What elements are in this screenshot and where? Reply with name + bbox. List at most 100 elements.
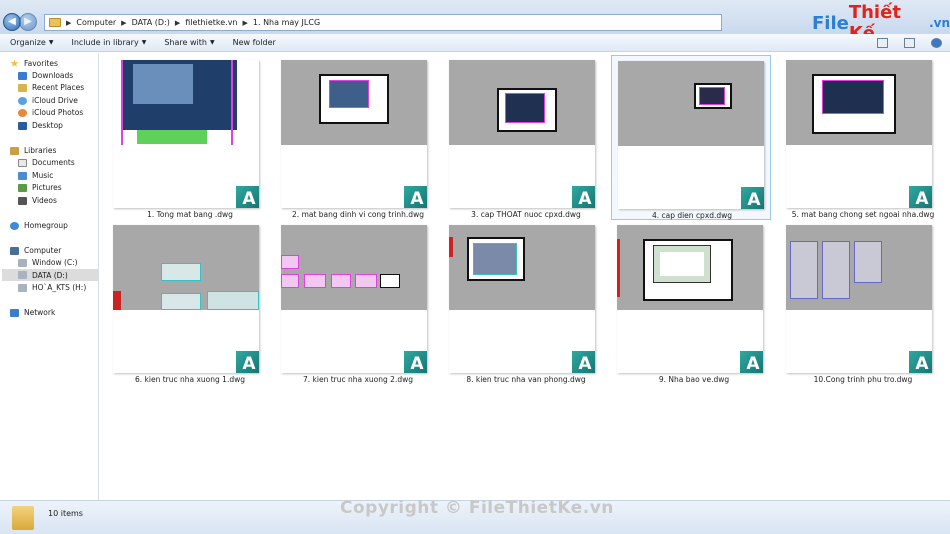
nav-recent-places[interactable]: Recent Places (18, 83, 84, 92)
breadcrumb-current[interactable]: 1. Nha may JLCG (253, 18, 320, 27)
nav-label: DATA (D:) (32, 270, 68, 280)
nav-desktop[interactable]: Desktop (18, 121, 63, 130)
drawing-preview (331, 274, 351, 288)
nav-homegroup[interactable]: Homegroup (10, 221, 68, 230)
file-name: 4. cap dien cpxd.dwg (651, 211, 733, 220)
file-thumbnail: A (113, 60, 259, 208)
preview-pane-icon[interactable] (904, 38, 915, 48)
nav-pictures[interactable]: Pictures (18, 183, 62, 192)
nav-label: Downloads (32, 71, 74, 80)
share-with-button[interactable]: Share with ▼ (164, 38, 214, 47)
nav-label: Libraries (24, 146, 57, 155)
file-name: 10.Cong trinh phu tro.dwg (813, 375, 913, 384)
nav-label: Videos (32, 196, 57, 205)
file-tile[interactable]: A 10.Cong trinh phu tro.dwg (783, 220, 943, 385)
drawing-preview (505, 93, 545, 123)
command-bar: Organize ▼ Include in library ▼ Share with… (0, 34, 950, 52)
organize-label: Organize (10, 38, 46, 47)
nav-icloud-photos[interactable]: iCloud Photos (18, 108, 83, 117)
folder-icon (49, 18, 61, 27)
chevron-right-icon: ▶ (121, 18, 127, 27)
file-tile[interactable]: A 1. Tong mat bang .dwg (110, 55, 270, 220)
file-thumbnail: A (281, 225, 427, 373)
nav-network[interactable]: Network (10, 308, 55, 317)
pictures-icon (18, 183, 27, 192)
drawing-background (281, 225, 427, 310)
file-thumbnail: A (618, 61, 764, 209)
recent-places-icon (18, 83, 27, 92)
nav-favorites[interactable]: Favorites (10, 59, 58, 68)
chevron-down-icon: ▼ (209, 39, 215, 46)
logo-text-1: File (812, 12, 849, 34)
breadcrumb-computer[interactable]: Computer (76, 18, 116, 27)
nav-libraries[interactable]: Libraries (10, 146, 56, 155)
help-icon[interactable] (931, 38, 942, 48)
file-name: 6. kien truc nha xuong 1.dwg (135, 375, 245, 384)
file-name: 8. kien truc nha van phong.dwg (466, 375, 586, 384)
change-view-icon[interactable] (877, 38, 888, 48)
drawing-preview (617, 239, 620, 297)
autocad-file-icon: A (236, 351, 259, 373)
file-thumbnail: A (449, 225, 595, 373)
breadcrumb-folder[interactable]: filethietke.vn (185, 18, 237, 27)
file-tile-selected[interactable]: A 4. cap dien cpxd.dwg (611, 55, 771, 220)
nav-drive-h[interactable]: HO`A_KTS (H:) (18, 283, 86, 292)
nav-documents[interactable]: Documents (18, 158, 75, 167)
file-tile[interactable]: A 9. Nha bao ve.dwg (614, 220, 774, 385)
autocad-file-icon: A (572, 351, 595, 373)
drawing-preview (449, 237, 453, 257)
chevron-down-icon: ▼ (141, 39, 147, 46)
nav-label: Pictures (32, 183, 62, 192)
file-name: 9. Nha bao ve.dwg (658, 375, 730, 384)
nav-downloads[interactable]: Downloads (18, 71, 73, 80)
site-logo: File Thiết Kế .vn (812, 2, 950, 44)
drawing-preview (304, 274, 326, 288)
drawing-preview (380, 274, 400, 288)
file-thumbnail: A (113, 225, 259, 373)
file-thumbnail: A (281, 60, 427, 208)
nav-music[interactable]: Music (18, 171, 53, 180)
file-thumbnail: A (617, 225, 763, 373)
autocad-file-icon: A (404, 186, 427, 208)
file-tile[interactable]: A 6. kien truc nha xuong 1.dwg (110, 220, 270, 385)
nav-label: HO`A_KTS (H:) (32, 283, 87, 292)
drawing-preview (137, 130, 207, 144)
autocad-file-icon: A (236, 186, 259, 208)
drawing-preview (329, 80, 369, 108)
chevron-right-icon: ▶ (174, 18, 181, 27)
file-tile[interactable]: A 8. kien truc nha van phong.dwg (446, 220, 606, 385)
drawing-preview (790, 241, 818, 299)
nav-drive-d[interactable]: DATA (D:) (2, 269, 98, 281)
file-thumbnail: A (449, 60, 595, 208)
nav-drive-c[interactable]: Window (C:) (18, 258, 78, 267)
music-icon (18, 171, 27, 180)
drawing-preview (854, 241, 882, 283)
include-in-library-button[interactable]: Include in library ▼ (71, 38, 146, 47)
drawing-preview (231, 60, 233, 145)
file-tile[interactable]: A 7. kien truc nha xuong 2.dwg (278, 220, 438, 385)
chevron-down-icon: ▼ (48, 39, 54, 46)
new-folder-button[interactable]: New folder (233, 38, 276, 47)
nav-label: Music (32, 171, 54, 180)
autocad-file-icon: A (572, 186, 595, 208)
file-tile[interactable]: A 3. cap THOAT nuoc cpxd.dwg (446, 55, 606, 220)
breadcrumb-drive[interactable]: DATA (D:) (132, 18, 170, 27)
nav-videos[interactable]: Videos (18, 196, 57, 205)
address-bar[interactable]: ▶ Computer ▶ DATA (D:) ▶ filethietke.vn … (44, 14, 722, 31)
file-name: 7. kien truc nha xuong 2.dwg (303, 375, 413, 384)
icloud-drive-icon (18, 96, 27, 105)
copyright-watermark: Copyright © FileThietKe.vn (340, 498, 614, 518)
nav-computer[interactable]: Computer (10, 246, 61, 255)
file-name: 3. cap THOAT nuoc cpxd.dwg (471, 210, 581, 219)
drawing-preview (822, 241, 850, 299)
organize-button[interactable]: Organize ▼ (10, 38, 53, 47)
forward-button[interactable]: ▶ (19, 13, 37, 31)
file-tile[interactable]: A 2. mat bang dinh vi cong trinh.dwg (278, 55, 438, 220)
nav-label: Homegroup (24, 221, 68, 230)
file-tile[interactable]: A 5. mat bang chong set ngoai nha.dwg (783, 55, 943, 220)
drawing-preview (161, 293, 201, 310)
nav-label: iCloud Drive (32, 96, 78, 105)
drawing-preview (473, 243, 517, 275)
nav-icloud-drive[interactable]: iCloud Drive (18, 96, 78, 105)
drawing-preview (161, 263, 201, 281)
